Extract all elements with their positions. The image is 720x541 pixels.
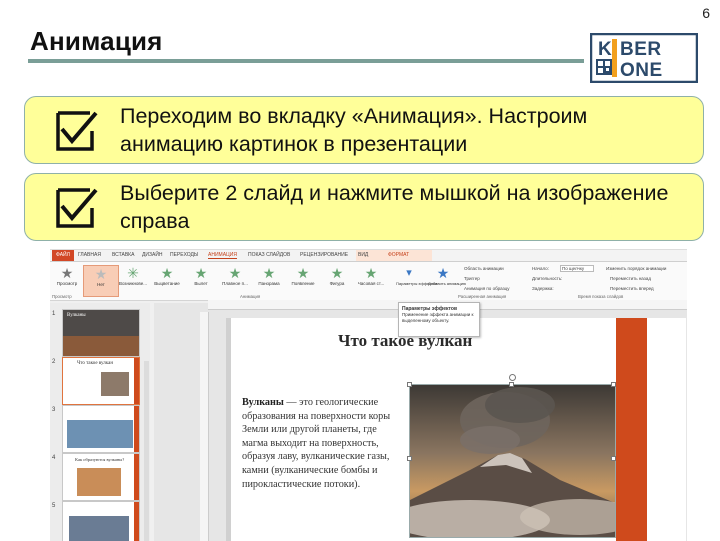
effect-options-tooltip: Параметры эффектов Применение эффекта ан… <box>398 302 480 337</box>
star-icon: ★ <box>296 265 310 281</box>
star-icon: ★ <box>364 265 378 281</box>
effect-fly-in[interactable]: ★ Вылет <box>184 265 218 295</box>
tab-format[interactable]: ФОРМАТ <box>388 252 409 258</box>
effect-options-button[interactable]: ▾ Параметры эффектов <box>396 265 437 295</box>
group-label-animation: Анимация <box>240 294 261 299</box>
star-icon: ★ <box>262 265 276 281</box>
delay-label: Задержка: <box>532 286 554 291</box>
star-icon: ★ <box>194 265 208 281</box>
add-animation-button[interactable]: ★ Добавить анимацию <box>428 265 466 295</box>
tooltip-body: Применение эффекта анимации к выделенном… <box>402 312 474 323</box>
start-select[interactable]: По щелчку <box>560 265 594 272</box>
duration-label: Длительность: <box>532 276 563 281</box>
ribbon-tabs: ФАЙЛ ГЛАВНАЯ ВСТАВКА ДИЗАЙН ПЕРЕХОДЫ АНИ… <box>50 250 687 262</box>
animation-painter-button[interactable]: Анимация по образцу <box>464 286 510 291</box>
group-label-preview: Просмотр <box>52 294 72 299</box>
move-later-button[interactable]: Переместить вперед <box>610 286 654 291</box>
slide-left-strip <box>226 318 231 541</box>
effect-float-in[interactable]: ★ Плавное п... <box>218 265 252 295</box>
effect-wheel[interactable]: ★ Часовая ст... <box>354 265 388 295</box>
instruction-1: Переходим во вкладку «Анимация». Настрои… <box>24 96 704 164</box>
page-number: 6 <box>702 5 710 21</box>
slide-body-text: Вулканы — это геологические образования … <box>242 396 394 491</box>
effect-shape[interactable]: ★ Фигура <box>320 265 354 295</box>
resize-handle[interactable] <box>611 456 616 461</box>
slide-accent-bar <box>616 318 647 541</box>
instruction-text: Выберите 2 слайд и нажмите мышкой на изо… <box>120 181 669 233</box>
tab-review[interactable]: РЕЦЕНЗИРОВАНИЕ <box>300 252 348 258</box>
slide-number: 3 <box>52 407 56 413</box>
tab-file[interactable]: ФАЙЛ <box>52 250 74 261</box>
slide-thumb-3[interactable] <box>62 405 140 453</box>
group-label-advanced: Расширенная анимация <box>458 294 507 299</box>
title-underline <box>28 59 584 63</box>
slide-thumb-5[interactable] <box>62 501 140 541</box>
instruction-2: Выберите 2 слайд и нажмите мышкой на изо… <box>24 173 704 241</box>
effect-pan[interactable]: ★ Панорама <box>252 265 286 295</box>
star-icon: ★ <box>228 265 242 281</box>
volcano-image[interactable] <box>409 384 616 538</box>
animation-pane-button[interactable]: Область анимации <box>464 266 504 271</box>
tab-slideshow[interactable]: ПОКАЗ СЛАЙДОВ <box>248 252 290 258</box>
effect-options-icon: ▾ <box>406 267 412 279</box>
powerpoint-screenshot: ФАЙЛ ГЛАВНАЯ ВСТАВКА ДИЗАЙН ПЕРЕХОДЫ АНИ… <box>50 249 687 541</box>
resize-handle[interactable] <box>509 382 514 387</box>
group-label-timing: Время показа слайдов <box>578 294 624 299</box>
slide-number: 5 <box>52 503 56 509</box>
svg-text:K: K <box>598 39 612 60</box>
effect-none[interactable]: ★ Нет <box>83 265 119 297</box>
svg-text:BER: BER <box>620 39 662 60</box>
star-icon: ★ <box>60 265 74 281</box>
star-icon: ★ <box>94 266 108 282</box>
resize-handle[interactable] <box>407 456 412 461</box>
slide-body-bold: Вулканы <box>242 397 284 408</box>
effect-appear[interactable]: ✳ Возникнове... <box>116 265 150 295</box>
page-title: Анимация <box>30 26 163 56</box>
tab-transitions[interactable]: ПЕРЕХОДЫ <box>170 252 198 258</box>
slide-thumb-4[interactable]: Как образуются вулканы? <box>62 453 140 501</box>
star-icon: ★ <box>160 265 174 281</box>
slide-body-rest: — это геологические образования на повер… <box>242 397 391 490</box>
slide-number: 1 <box>52 311 56 317</box>
trigger-button[interactable]: Триггер <box>464 276 480 281</box>
instruction-text: Переходим во вкладку «Анимация». Настрои… <box>120 104 588 156</box>
tab-home[interactable]: ГЛАВНАЯ <box>78 252 101 258</box>
tab-insert[interactable]: ВСТАВКА <box>112 252 134 258</box>
effect-fade[interactable]: ★ Выцветание <box>150 265 184 295</box>
tab-view[interactable]: ВИД <box>358 252 368 258</box>
slide-thumb-1[interactable]: Вулканы <box>62 309 140 357</box>
burst-icon: ✳ <box>127 265 139 281</box>
rotate-handle[interactable] <box>509 374 516 381</box>
reorder-label: Изменить порядок анимации <box>606 266 667 271</box>
resize-handle[interactable] <box>611 382 616 387</box>
vertical-ruler <box>200 312 209 541</box>
tab-design[interactable]: ДИЗАЙН <box>142 252 163 258</box>
move-earlier-button[interactable]: Переместить назад <box>610 276 651 281</box>
thumbnail-scrollbar[interactable] <box>144 361 149 541</box>
checkbox-checked-icon <box>56 111 98 151</box>
preview-button[interactable]: ★ Просмотр <box>50 265 84 295</box>
star-icon: ★ <box>330 265 344 281</box>
resize-handle[interactable] <box>407 382 412 387</box>
slide-thumb-2[interactable]: Что такое вулкан <box>62 357 140 405</box>
star-add-icon: ★ <box>436 265 450 281</box>
tab-animation[interactable]: АНИМАЦИЯ <box>208 252 237 259</box>
svg-text:ONE: ONE <box>620 60 663 81</box>
slide-thumbnail-pane: 1 Вулканы 2 Что такое вулкан 3 4 Как обр… <box>50 303 150 541</box>
start-label: Начало: <box>532 266 549 271</box>
effect-appearance[interactable]: ★ Появление <box>286 265 320 295</box>
current-slide: Что такое вулкан Вулканы — это геологиче… <box>226 318 686 541</box>
slide-number: 4 <box>52 455 56 461</box>
kiber-one-logo: K BER ONE <box>590 33 698 83</box>
qr-code-icon <box>596 59 612 75</box>
slide-number: 2 <box>52 359 56 365</box>
checkbox-checked-icon <box>56 188 98 228</box>
